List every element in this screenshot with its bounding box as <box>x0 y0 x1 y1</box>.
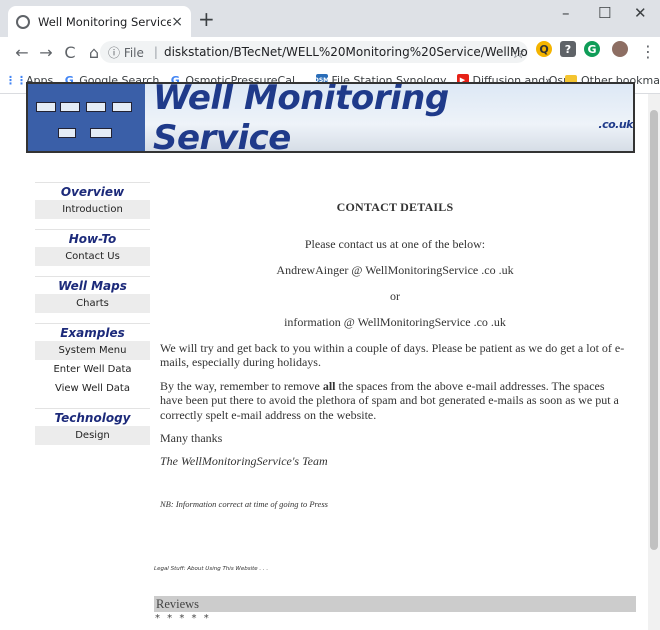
nav-item-enter-well-data[interactable]: Enter Well Data <box>35 360 150 379</box>
nav-item-introduction[interactable]: Introduction <box>35 200 150 219</box>
response-note: We will try and get back to you within a… <box>160 341 625 370</box>
nav-group-overview: Overview Introduction <box>35 182 150 219</box>
apps-grid-icon: ⋮⋮ <box>5 73 27 87</box>
new-tab-button[interactable]: + <box>198 7 215 31</box>
nav-heading: Technology <box>54 411 131 425</box>
nav-group-howto: How-To Contact Us <box>35 229 150 266</box>
site-title-text: Well Monitoring Service <box>153 82 449 153</box>
email-or: or <box>390 289 400 303</box>
extension-search-icon[interactable]: Q <box>536 41 552 57</box>
address-bar[interactable]: ⓘ File | diskstation/BTecNet/WELL%20Moni… <box>100 41 528 63</box>
nav-group-examples: Examples System Menu Enter Well Data Vie… <box>35 323 150 398</box>
spam-note: By the way, remember to remove all the s… <box>160 379 630 422</box>
tab-close-icon[interactable]: × <box>171 14 183 30</box>
site-banner: Well Monitoring Service .co.uk <box>26 82 635 153</box>
spam-note-pre: By the way, remember to remove <box>160 378 323 393</box>
page-title: CONTACT DETAILS <box>336 200 454 214</box>
reviews-header: Reviews <box>154 596 636 612</box>
profile-avatar[interactable] <box>612 41 628 57</box>
nav-item-design[interactable]: Design <box>35 426 150 445</box>
site-info-icon[interactable]: ⓘ File <box>108 44 144 61</box>
browser-menu-icon[interactable]: ⋮ <box>636 42 660 61</box>
contact-intro: Please contact us at one of the below: <box>304 237 486 251</box>
nav-heading: Overview <box>60 185 125 199</box>
thanks-text: Many thanks <box>160 430 223 445</box>
main-content: CONTACT DETAILS Please contact us at one… <box>160 200 630 509</box>
site-title: Well Monitoring Service .co.uk <box>145 84 633 151</box>
nav-heading: Examples <box>60 326 125 340</box>
globe-icon <box>16 14 30 29</box>
nav-heading: How-To <box>68 232 117 246</box>
email-secondary: information @ WellMonitoringService .co … <box>284 315 506 329</box>
nb-note: NB: Information correct at time of going… <box>160 498 328 509</box>
minimize-button[interactable]: – <box>562 4 570 22</box>
team-signature: The WellMonitoringService's Team <box>160 454 328 469</box>
review-stars: * * * * * <box>155 613 211 624</box>
extension-grammarly-icon[interactable]: G <box>584 41 600 57</box>
flow-diagram-logo <box>28 84 145 151</box>
scrollbar-thumb[interactable] <box>650 110 658 550</box>
legal-link[interactable]: Legal Stuff: About Using This Website . … <box>154 566 268 572</box>
extension-help-icon[interactable]: ? <box>560 41 576 57</box>
reload-button[interactable]: C <box>58 43 82 62</box>
site-tld: .co.uk <box>598 118 633 131</box>
tab-strip: Well Monitoring Service × + – ☐ ✕ <box>0 0 660 37</box>
browser-tab[interactable]: Well Monitoring Service × <box>8 6 191 37</box>
nav-group-well-maps: Well Maps Charts <box>35 276 150 313</box>
nav-item-system-menu[interactable]: System Menu <box>35 341 150 360</box>
bookmark-star-icon[interactable]: ☆ <box>506 43 530 62</box>
spam-note-bold: all <box>322 378 336 393</box>
forward-button[interactable]: → <box>34 43 58 62</box>
nav-heading: Well Maps <box>58 279 127 293</box>
tab-title: Well Monitoring Service <box>38 14 172 29</box>
nav-item-view-well-data[interactable]: View Well Data <box>35 379 150 398</box>
nav-group-technology: Technology Design <box>35 408 150 445</box>
address-separator: | <box>153 45 158 59</box>
back-button[interactable]: ← <box>10 43 34 62</box>
maximize-button[interactable]: ☐ <box>598 4 611 22</box>
nav-item-contact-us[interactable]: Contact Us <box>35 247 150 266</box>
close-window-button[interactable]: ✕ <box>634 4 647 22</box>
sidebar-nav: Overview Introduction How-To Contact Us … <box>35 182 150 455</box>
url-text[interactable]: diskstation/BTecNet/WELL%20Monitoring%20… <box>164 45 528 59</box>
nav-item-charts[interactable]: Charts <box>35 294 150 313</box>
email-primary: AndrewAinger @ WellMonitoringService .co… <box>276 263 514 277</box>
